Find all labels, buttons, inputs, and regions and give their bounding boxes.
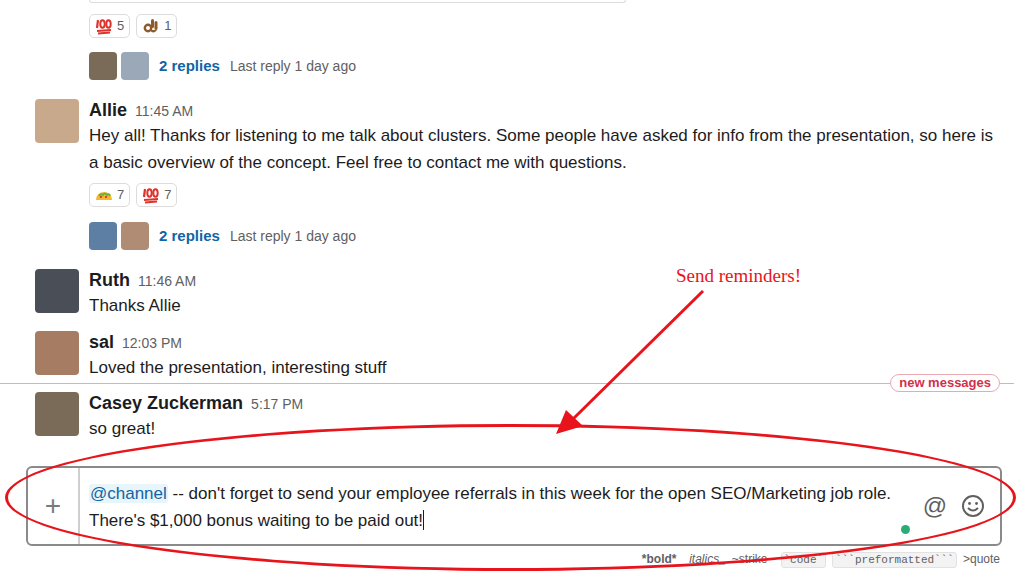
author-avatar[interactable] — [35, 392, 79, 436]
message-time[interactable]: 5:17 PM — [251, 393, 303, 415]
author-avatar[interactable] — [35, 99, 79, 143]
author-avatar[interactable] — [35, 331, 79, 375]
message: sal 12:03 PMLoved the presentation, inter… — [0, 331, 1020, 381]
hundred-points-icon — [142, 186, 160, 204]
mention-button[interactable]: @ — [923, 493, 947, 519]
message-header: Allie 11:45 AM — [89, 99, 994, 122]
reaction-count: 7 — [117, 187, 124, 203]
message-content: Casey Zuckerman 5:17 PMso great! — [89, 392, 303, 442]
replies-link[interactable]: 2 replies — [159, 55, 220, 78]
annotation-arrow — [0, 0, 1020, 577]
message-time[interactable]: 11:46 AM — [138, 270, 196, 292]
status-dot — [901, 525, 910, 534]
message-input[interactable]: @channel -- don't forget to send your em… — [80, 468, 914, 544]
author-avatar[interactable] — [35, 269, 79, 313]
reply-avatar[interactable] — [121, 52, 149, 80]
ok-hand-icon — [142, 17, 160, 35]
last-reply-time: Last reply 1 day ago — [230, 226, 356, 247]
message-text: so great! — [89, 415, 303, 442]
reaction-count: 7 — [164, 187, 171, 203]
author-name[interactable]: Casey Zuckerman — [89, 392, 243, 414]
thread-replies: 2 replies Last reply 1 day ago — [89, 222, 994, 250]
message-header: sal 12:03 PM — [89, 331, 386, 354]
format-hint: *bold* — [642, 552, 677, 568]
last-reply-time: Last reply 1 day ago — [230, 56, 356, 77]
annotation-layer: Send reminders! — [0, 0, 1020, 577]
message: Ruth 11:46 AMThanks Allie — [0, 269, 1020, 319]
message-time[interactable]: 11:45 AM — [135, 100, 193, 122]
message-content: sal 12:03 PMLoved the presentation, inter… — [89, 331, 386, 381]
reaction-pill[interactable]: 5 — [89, 14, 130, 38]
divider-line — [1000, 383, 1014, 384]
author-name[interactable]: Allie — [89, 99, 127, 121]
taco-icon — [95, 186, 113, 204]
format-hint: _italics_ — [682, 552, 725, 568]
author-name[interactable]: Ruth — [89, 269, 130, 291]
add-button-label[interactable]: + — [45, 491, 61, 521]
hundred-points-icon — [95, 17, 113, 35]
reply-avatar[interactable] — [121, 222, 149, 250]
new-messages-label: new messages — [890, 374, 1000, 392]
reply-avatar[interactable] — [89, 222, 117, 250]
reactions-row: 51 — [89, 14, 1020, 38]
add-button[interactable]: + — [28, 468, 80, 544]
replies-link[interactable]: 2 replies — [159, 225, 220, 248]
message-text: Loved the presentation, interesting stuf… — [89, 354, 386, 381]
message-content: Allie 11:45 AMHey all! Thanks for listeni… — [89, 99, 994, 250]
reply-avatars — [89, 52, 149, 80]
annotation-label: Send reminders! — [676, 264, 801, 288]
emoji-button[interactable] — [961, 494, 985, 518]
reaction-pill[interactable]: 7 — [136, 183, 177, 207]
message-content: Ruth 11:46 AMThanks Allie — [89, 269, 196, 319]
reply-avatar[interactable] — [89, 52, 117, 80]
format-hint: `code` — [781, 552, 827, 568]
message: Casey Zuckerman 5:17 PMso great! — [0, 392, 1020, 442]
reaction-count: 5 — [117, 18, 124, 34]
message-header: Casey Zuckerman 5:17 PM — [89, 392, 303, 415]
message-composer[interactable]: + @channel -- don't forget to send your e… — [26, 466, 1002, 546]
message-pane: 512 repliesLast reply 1 day agoAllie11:4… — [0, 0, 1020, 568]
arrow-icon — [0, 0, 1020, 577]
format-hint: ```preformatted``` — [832, 552, 957, 568]
message-text: Hey all! Thanks for listening to me talk… — [89, 122, 994, 176]
thread-summary: 512 repliesLast reply 1 day ago — [0, 3, 1020, 80]
format-hints: *bold* _italics_ ~strike~ `code` ```preforma… — [0, 552, 1020, 568]
text-caret — [423, 510, 424, 530]
message: Allie 11:45 AMHey all! Thanks for listeni… — [0, 99, 1020, 250]
composer-icons: @ — [914, 468, 1000, 544]
reaction-pill[interactable]: 1 — [136, 14, 177, 38]
smiley-icon — [961, 494, 985, 518]
format-hint: >quote — [963, 552, 1000, 568]
message-time[interactable]: 12:03 PM — [122, 332, 182, 354]
reaction-pill[interactable]: 7 — [89, 183, 130, 207]
reaction-count: 1 — [164, 18, 171, 34]
divider-line — [0, 383, 890, 384]
thread-replies: 2 replies Last reply 1 day ago — [89, 52, 1020, 80]
attachment-edge — [89, 0, 626, 3]
message-header: Ruth 11:46 AM — [89, 269, 196, 292]
format-hint: ~strike~ — [732, 552, 775, 568]
annotation-ellipse — [5, 424, 1016, 571]
reply-avatars — [89, 222, 149, 250]
channel-mention: @channel — [89, 484, 168, 503]
author-name[interactable]: sal — [89, 331, 114, 353]
reactions-row: 77 — [89, 183, 994, 207]
new-messages-divider: new messages — [0, 374, 1020, 392]
input-text: -- don't forget to send your employee re… — [89, 484, 896, 530]
message-text: Thanks Allie — [89, 292, 196, 319]
